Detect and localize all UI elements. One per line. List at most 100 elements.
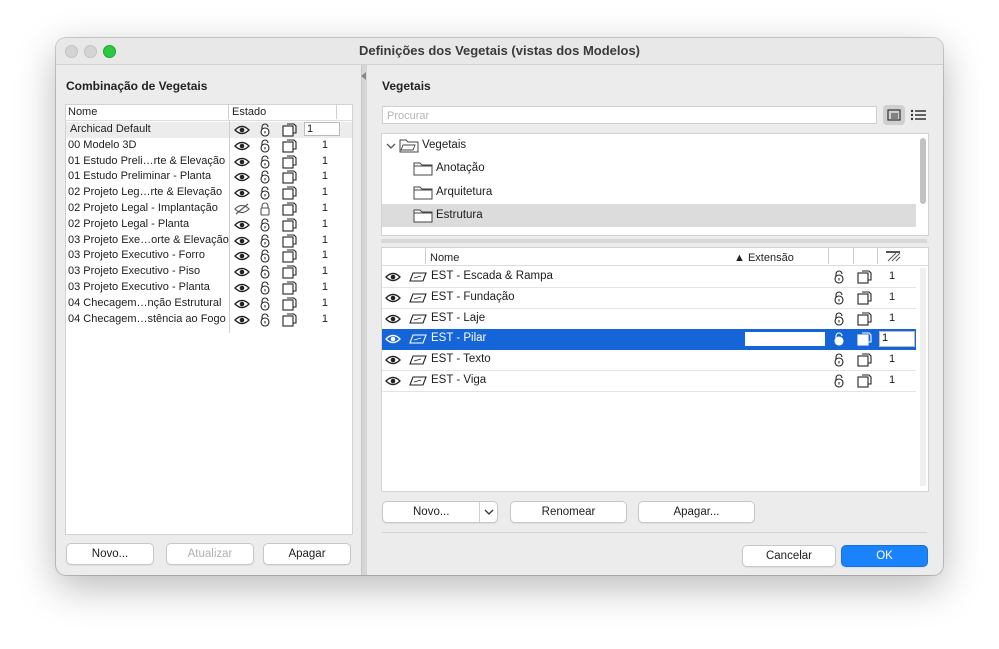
layer-row[interactable]: EST - Laje 1 xyxy=(382,309,916,330)
eye-icon[interactable] xyxy=(234,187,250,202)
layer-combination-row[interactable]: 03 Projeto Executivo - Piso 1 xyxy=(66,264,352,280)
layer-row[interactable]: EST - Fundação 1 xyxy=(382,288,916,309)
layer-row[interactable]: EST - Escada & Rampa 1 xyxy=(382,267,916,288)
lock-open-icon[interactable] xyxy=(832,270,846,287)
intersection-group-value: 1 xyxy=(321,154,328,167)
lock-open-icon[interactable] xyxy=(258,313,272,330)
eye-icon[interactable] xyxy=(385,313,401,328)
eye-icon[interactable] xyxy=(234,235,250,250)
layer-combination-list[interactable]: Nome Estado Archicad Default 1 00 Modelo 3… xyxy=(65,104,353,535)
lock-open-icon[interactable] xyxy=(832,312,846,329)
lock-open-icon[interactable] xyxy=(832,332,846,349)
layer-combination-row[interactable]: 01 Estudo Preli…rte & Elevação 1 xyxy=(66,154,352,170)
eye-icon[interactable] xyxy=(234,219,250,234)
tree-scrollbar[interactable] xyxy=(920,138,926,204)
update-combination-button[interactable]: Atualizar xyxy=(166,543,254,565)
layer-combination-row[interactable]: 03 Projeto Exe…orte & Elevação 1 xyxy=(66,233,352,249)
tree-folder-row[interactable]: Estrutura xyxy=(382,204,916,227)
column-divider[interactable] xyxy=(336,105,337,119)
eye-icon[interactable] xyxy=(234,250,250,265)
wireframe-sheet-icon[interactable] xyxy=(857,291,872,308)
lock-open-icon[interactable] xyxy=(832,291,846,308)
intersection-group-value: 1 xyxy=(321,281,328,293)
eye-icon[interactable] xyxy=(234,156,250,171)
chevron-down-icon[interactable] xyxy=(386,141,396,151)
column-header-state[interactable]: Estado xyxy=(232,106,266,118)
layer-combination-row[interactable]: 02 Projeto Legal - Implantação 1 xyxy=(66,201,352,217)
lock-open-icon[interactable] xyxy=(832,374,846,391)
layer-combination-row[interactable]: Archicad Default 1 xyxy=(66,122,352,138)
column-header-name[interactable]: Nome xyxy=(68,106,97,118)
wireframe-sheet-icon[interactable] xyxy=(857,374,872,391)
hidden-eye-icon[interactable] xyxy=(234,203,250,218)
intersection-group-value: 1 xyxy=(321,170,328,183)
eye-icon[interactable] xyxy=(234,282,250,297)
eye-icon[interactable] xyxy=(385,292,401,307)
eye-icon[interactable] xyxy=(385,354,401,369)
eye-icon[interactable] xyxy=(234,124,250,139)
title-bar: Definições dos Vegetais (vistas dos Mode… xyxy=(56,38,943,65)
layer-name: EST - Escada & Rampa xyxy=(431,270,553,282)
wireframe-sheet-icon[interactable] xyxy=(857,312,872,329)
eye-icon[interactable] xyxy=(385,333,401,348)
layer-combination-row[interactable]: 02 Projeto Leg…rte & Elevação 1 xyxy=(66,185,352,201)
column-divider[interactable] xyxy=(228,105,229,119)
intersection-group-value[interactable]: 1 xyxy=(879,331,915,348)
layer-combination-pane: Combinação de Vegetais Nome Estado Archi… xyxy=(56,65,361,575)
cancel-button[interactable]: Cancelar xyxy=(742,545,836,567)
layer-combination-row[interactable]: 04 Checagem…stência ao Fogo 1 xyxy=(66,312,352,328)
column-header-extension[interactable]: ▲ Extensão xyxy=(734,252,794,264)
layer-row[interactable]: EST - Viga 1 xyxy=(382,371,916,392)
rename-layer-button[interactable]: Renomear xyxy=(510,501,627,523)
extension-field[interactable] xyxy=(745,332,825,347)
eye-icon[interactable] xyxy=(234,314,250,329)
tree-root-row[interactable]: Vegetais xyxy=(382,134,916,157)
eye-icon[interactable] xyxy=(234,171,250,186)
intersection-group-value[interactable]: 1 xyxy=(304,122,340,136)
search-input[interactable]: Procurar xyxy=(382,106,877,124)
new-layer-button[interactable]: Novo... xyxy=(382,501,498,523)
column-header-name[interactable]: Nome xyxy=(430,252,459,264)
lock-open-icon[interactable] xyxy=(832,353,846,370)
layer-combination-row[interactable]: 03 Projeto Executivo - Planta 1 xyxy=(66,280,352,296)
column-divider[interactable] xyxy=(877,248,878,264)
list-view-toggle-button[interactable] xyxy=(907,105,929,125)
delete-layer-button[interactable]: Apagar... xyxy=(638,501,755,523)
eye-icon[interactable] xyxy=(234,266,250,281)
layer-row[interactable]: EST - Pilar 1 xyxy=(382,329,916,351)
layers-table[interactable]: Nome ▲ Extensão EST - Escada & Rampa 1 EST… xyxy=(381,247,929,492)
tree-folder-row[interactable]: Arquitetura xyxy=(382,181,916,204)
column-divider[interactable] xyxy=(425,248,426,264)
tree-view-toggle-button[interactable] xyxy=(883,105,905,125)
window-title: Definições dos Vegetais (vistas dos Mode… xyxy=(358,43,641,58)
new-combination-button[interactable]: Novo... xyxy=(66,543,154,565)
wireframe-sheet-icon[interactable] xyxy=(857,353,872,370)
delete-combination-button[interactable]: Apagar xyxy=(263,543,351,565)
wireframe-sheet-icon[interactable] xyxy=(857,332,872,349)
column-divider[interactable] xyxy=(853,248,854,264)
tree-root-label: Vegetais xyxy=(422,139,467,151)
wireframe-sheet-icon[interactable] xyxy=(857,270,872,287)
layer-combination-row[interactable]: 00 Modelo 3D 1 xyxy=(66,138,352,154)
column-divider[interactable] xyxy=(828,248,829,264)
intersection-group-value: 1 xyxy=(321,265,328,278)
wireframe-sheet-icon[interactable] xyxy=(282,313,297,330)
table-scrollbar[interactable] xyxy=(920,268,926,486)
eye-icon[interactable] xyxy=(234,140,250,155)
layer-folder-tree[interactable]: Vegetais Anotação Arquitetura Estrutura xyxy=(381,133,929,236)
ok-button[interactable]: OK xyxy=(841,545,928,567)
eye-icon[interactable] xyxy=(385,375,401,390)
layer-combination-row[interactable]: 02 Projeto Legal - Planta 1 xyxy=(66,217,352,233)
layer-combination-row[interactable]: 04 Checagem…nção Estrutural 1 xyxy=(66,296,352,312)
layer-combination-row[interactable]: 01 Estudo Preliminar - Planta 1 xyxy=(66,169,352,185)
eye-icon[interactable] xyxy=(385,271,401,286)
tree-folder-row[interactable]: Anotação xyxy=(382,157,916,180)
layer-combination-row[interactable]: 03 Projeto Executivo - Forro 1 xyxy=(66,248,352,264)
layer-row[interactable]: EST - Texto 1 xyxy=(382,350,916,372)
pane-splitter[interactable] xyxy=(361,65,367,575)
collapse-pane-arrow-icon[interactable] xyxy=(361,72,366,80)
eye-icon[interactable] xyxy=(234,298,250,313)
chevron-down-icon[interactable] xyxy=(484,508,494,516)
combination-name: 03 Projeto Executivo - Piso xyxy=(68,265,201,278)
tree-table-splitter[interactable] xyxy=(381,239,927,243)
